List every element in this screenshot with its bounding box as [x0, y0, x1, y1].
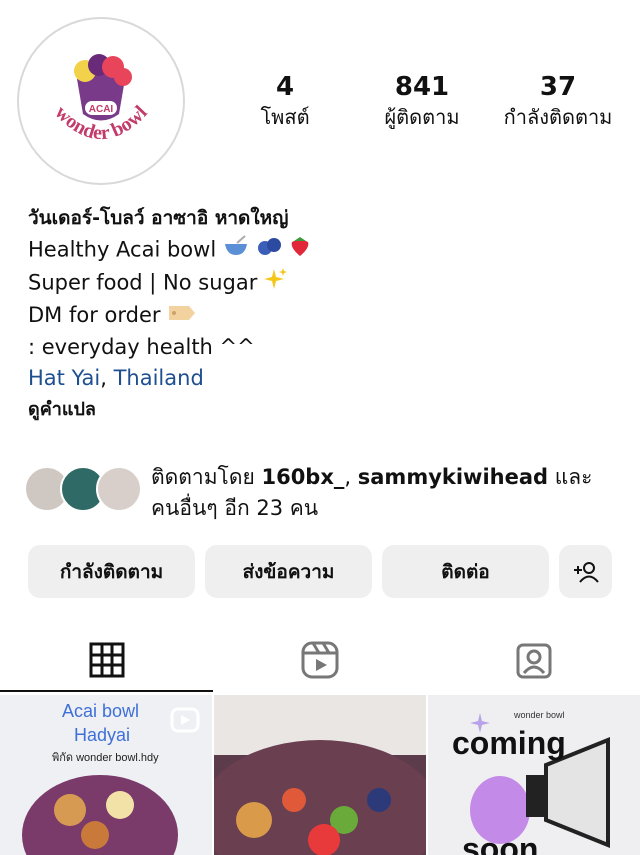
profile-stats: 4 โพสต์ 841 ผู้ติดตาม 37 กำลังติดตาม — [0, 70, 640, 140]
followed-by-user[interactable]: sammykiwihead — [358, 465, 548, 489]
post-title: Acai bowl — [62, 701, 140, 721]
followed-by-others: คนอื่นๆ อีก 23 คน — [151, 496, 319, 520]
add-user-button[interactable] — [559, 545, 612, 598]
bio-line: Healthy Acai bowl — [28, 234, 628, 267]
followers-count[interactable]: 841 ผู้ติดตาม — [352, 70, 492, 130]
location-link-country[interactable]: Thailand — [114, 366, 204, 390]
bio-line-text: : everyday health ^^ — [28, 334, 255, 359]
followed-by-prefix: ติดตามโดย — [151, 465, 255, 489]
display-name: วันเดอร์-โบลว์ อาซาอิ หาดใหญ่ — [28, 207, 289, 229]
tab-reels[interactable] — [213, 630, 426, 690]
post-thumbnail[interactable]: wonder bowl coming soon — [428, 695, 640, 855]
tag-icon — [167, 301, 197, 332]
post-brand: wonder bowl — [514, 710, 565, 720]
tagged-icon — [516, 643, 551, 679]
strawberry-icon — [288, 234, 312, 267]
following-count[interactable]: 37 กำลังติดตาม — [488, 70, 628, 130]
following-count-value: 37 — [539, 72, 577, 102]
followers-count-label: ผู้ติดตาม — [384, 105, 460, 129]
following-count-label: กำลังติดตาม — [503, 105, 613, 129]
bio-line-text: DM for order — [28, 303, 161, 327]
followed-by-separator: , — [344, 465, 352, 489]
bio-line: DM for order — [28, 300, 628, 332]
see-translation-link[interactable]: ดูคำแปล — [28, 394, 628, 426]
message-button[interactable]: ส่งข้อความ — [205, 545, 372, 598]
tab-posts[interactable] — [0, 630, 213, 690]
bowl-icon — [223, 235, 249, 266]
reels-icon — [301, 641, 338, 679]
post-headline: soon — [462, 831, 539, 855]
profile-actions: กำลังติดตาม ส่งข้อความ ติดต่อ — [28, 545, 616, 599]
posts-grid: Acai bowl Hadyai พิกัด wonder bowl.hdy w… — [0, 695, 640, 855]
followers-count-value: 841 — [394, 72, 450, 102]
location-separator: , — [100, 365, 107, 390]
followed-by-suffix: และ — [554, 465, 593, 489]
location: Hat Yai, Thailand — [28, 363, 628, 394]
profile-bio: วันเดอร์-โบลว์ อาซาอิ หาดใหญ่ Healthy Ac… — [28, 202, 628, 426]
sparkles-icon — [264, 267, 288, 300]
follower-avatar — [96, 466, 142, 512]
profile-tabs — [0, 630, 640, 690]
followed-by-text: ติดตามโดย 160bx_, sammykiwihead และ คนอื… — [151, 462, 631, 524]
tab-tagged[interactable] — [427, 630, 640, 690]
bio-line-text: Healthy Acai bowl — [28, 237, 217, 262]
post-thumbnail[interactable] — [214, 695, 426, 855]
bio-line-text: Super food | No sugar — [28, 270, 258, 295]
post-thumbnail[interactable]: Acai bowl Hadyai พิกัด wonder bowl.hdy — [0, 695, 212, 855]
following-button[interactable]: กำลังติดตาม — [28, 545, 195, 598]
post-caption: พิกัด wonder bowl.hdy — [52, 752, 159, 764]
bio-line: Super food | No sugar — [28, 267, 628, 300]
blueberries-icon — [256, 235, 282, 266]
followed-by[interactable]: ติดตามโดย 160bx_, sammykiwihead และ คนอื… — [24, 462, 624, 522]
location-link-city[interactable]: Hat Yai — [28, 366, 100, 390]
post-title: Hadyai — [74, 725, 131, 745]
posts-count-value: 4 — [275, 72, 295, 102]
contact-button[interactable]: ติดต่อ — [382, 545, 549, 598]
posts-count[interactable]: 4 โพสต์ — [215, 70, 355, 130]
active-tab-indicator — [0, 690, 213, 692]
posts-count-label: โพสต์ — [260, 105, 310, 129]
grid-icon — [89, 642, 124, 678]
add-user-icon — [573, 561, 599, 583]
followed-by-user[interactable]: 160bx_ — [261, 465, 344, 489]
post-headline: coming — [452, 725, 566, 761]
